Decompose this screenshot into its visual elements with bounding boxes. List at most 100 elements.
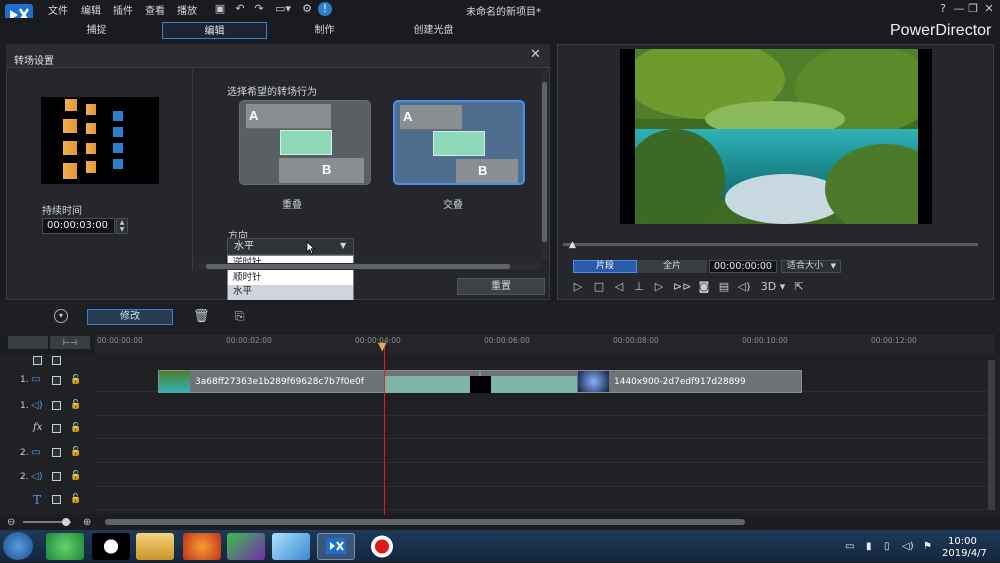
more-features-icon[interactable]: ⎘	[235, 309, 245, 324]
clip-mode-button[interactable]: 片段	[573, 260, 637, 273]
timecode-display[interactable]: 00:00:00:00	[709, 260, 777, 273]
fit-timeline-button[interactable]: ⊢⊣	[50, 336, 90, 349]
app-powerdirector-icon[interactable]	[317, 533, 355, 560]
play-icon[interactable]: ▷	[571, 280, 585, 294]
menu-file[interactable]: 文件	[48, 2, 68, 17]
menu-play[interactable]: 播放	[177, 2, 197, 17]
timeline-playhead-icon[interactable]: ▼	[378, 340, 386, 353]
app-firefox-icon[interactable]	[183, 533, 221, 560]
subtitle-icon[interactable]: ▤	[717, 280, 731, 294]
track-checkbox[interactable]	[52, 401, 61, 410]
track-checkbox[interactable]	[52, 356, 61, 365]
panel-close-icon[interactable]: ✕	[530, 47, 541, 62]
collapse-icon[interactable]: ▾	[54, 309, 68, 323]
start-button[interactable]	[3, 532, 33, 560]
tray-flag-icon[interactable]: ⚑	[923, 541, 932, 552]
tray-network-icon[interactable]: ▭	[845, 541, 854, 552]
tab-produce[interactable]: 制作	[272, 22, 377, 39]
overlap-option[interactable]: A B	[239, 100, 371, 185]
menu-plugins[interactable]: 插件	[113, 2, 133, 17]
app-media-icon[interactable]	[227, 533, 265, 560]
zoom-out-icon[interactable]: ⊖	[7, 517, 15, 528]
tab-create-disc[interactable]: 创建光盘	[381, 22, 486, 39]
fast-forward-icon[interactable]: ⊳⊳	[673, 280, 691, 294]
split-icon[interactable]: ⊥	[632, 280, 646, 294]
app-recorder-icon[interactable]	[363, 533, 401, 560]
three-d-label: 3D	[760, 280, 777, 293]
preview-timebar[interactable]	[563, 243, 978, 246]
panel-divider	[192, 70, 193, 270]
duration-spinner[interactable]: ▲ ▼	[116, 218, 128, 234]
app-explorer-icon[interactable]	[136, 533, 174, 560]
transition-block[interactable]	[384, 376, 577, 393]
modify-button[interactable]: 修改	[87, 309, 173, 325]
track-checkbox[interactable]	[52, 472, 61, 481]
menu-edit[interactable]: 编辑	[81, 2, 101, 17]
notification-icon[interactable]: !	[318, 2, 332, 16]
direction-select[interactable]: 水平	[227, 238, 354, 255]
previous-frame-icon[interactable]: ◁	[612, 280, 626, 294]
lock-icon[interactable]: 🔓	[70, 447, 81, 457]
direction-option-horizontal[interactable]: 水平	[228, 285, 353, 300]
cross-option[interactable]: A B	[393, 100, 525, 185]
app-tool-icon[interactable]	[272, 533, 310, 560]
lock-icon[interactable]: 🔓	[70, 471, 81, 481]
zoom-slider-thumb[interactable]	[62, 518, 70, 526]
stop-icon[interactable]: □	[592, 280, 606, 294]
menu-view[interactable]: 查看	[145, 2, 165, 17]
timeline-vertical-scrollbar[interactable]	[988, 360, 995, 510]
reset-button[interactable]: 重置	[457, 278, 545, 295]
mode-bar	[0, 18, 1000, 42]
lock-icon[interactable]: 🔓	[70, 423, 81, 433]
lock-icon[interactable]: 🔓	[70, 375, 81, 385]
app-360-icon[interactable]	[46, 533, 84, 560]
tab-capture[interactable]: 捕捉	[44, 22, 149, 39]
track-checkbox[interactable]	[52, 376, 61, 385]
save-icon[interactable]: ▣	[213, 2, 227, 16]
preview-playhead-icon[interactable]: ▲	[569, 240, 576, 250]
track-row	[95, 487, 995, 510]
tray-volume-icon[interactable]: ◁)	[902, 541, 914, 552]
panel-horizontal-scroll-thumb[interactable]	[206, 264, 510, 269]
track-checkbox[interactable]	[52, 448, 61, 457]
tray-device-icon[interactable]: ▯	[884, 541, 890, 552]
next-frame-icon[interactable]: ▷	[652, 280, 666, 294]
tab-edit[interactable]: 编辑	[162, 22, 267, 39]
volume-icon[interactable]: ◁)	[737, 280, 751, 294]
help-icon[interactable]: ?	[936, 2, 950, 16]
direction-option-clockwise[interactable]: 顺时针	[228, 271, 353, 286]
lock-icon[interactable]: 🔓	[70, 400, 81, 410]
clock-date[interactable]: 2019/4/7	[942, 548, 987, 559]
track-number: 1.	[20, 375, 29, 385]
chevron-down-icon: ▼	[830, 262, 836, 270]
track-number: 2.	[20, 472, 29, 482]
duration-input[interactable]: 00:00:03:00	[42, 218, 115, 234]
track-checkbox[interactable]	[33, 356, 42, 365]
panel-vertical-scroll-thumb[interactable]	[542, 82, 547, 242]
trash-icon[interactable]: 🗑	[193, 309, 210, 324]
track-manager-button[interactable]	[8, 336, 48, 349]
three-d-button[interactable]: 3D ▾	[758, 280, 788, 294]
redo-icon[interactable]: ↷	[252, 2, 266, 16]
lock-icon[interactable]: 🔓	[70, 494, 81, 504]
track-checkbox[interactable]	[52, 424, 61, 433]
undo-icon[interactable]: ↶	[233, 2, 247, 16]
zoom-in-icon[interactable]: ⊕	[83, 517, 91, 528]
minimize-button[interactable]: —	[952, 2, 966, 16]
fit-size-select[interactable]: 适合大小 ▼	[781, 260, 841, 273]
app-qq-icon[interactable]	[92, 533, 130, 560]
clock-time[interactable]: 10:00	[948, 536, 977, 547]
timeline-playhead-line[interactable]	[384, 345, 385, 515]
tray-input-icon[interactable]: ▮	[866, 541, 872, 552]
close-window-button[interactable]: ✕	[982, 2, 996, 16]
timeline-horizontal-scrollbar[interactable]	[105, 519, 745, 525]
aspect-ratio-icon[interactable]: ▭▾	[272, 2, 294, 16]
video-track-icon: ▭	[31, 447, 41, 458]
settings-gear-icon[interactable]: ⚙	[300, 2, 314, 16]
snapshot-icon[interactable]: ◙	[697, 280, 711, 294]
undock-icon[interactable]: ⇱	[792, 280, 806, 294]
movie-mode-button[interactable]: 全片	[637, 260, 707, 273]
track-checkbox[interactable]	[52, 495, 61, 504]
restore-button[interactable]: ❐	[966, 2, 980, 16]
chevron-down-icon[interactable]: ▼	[340, 241, 346, 250]
